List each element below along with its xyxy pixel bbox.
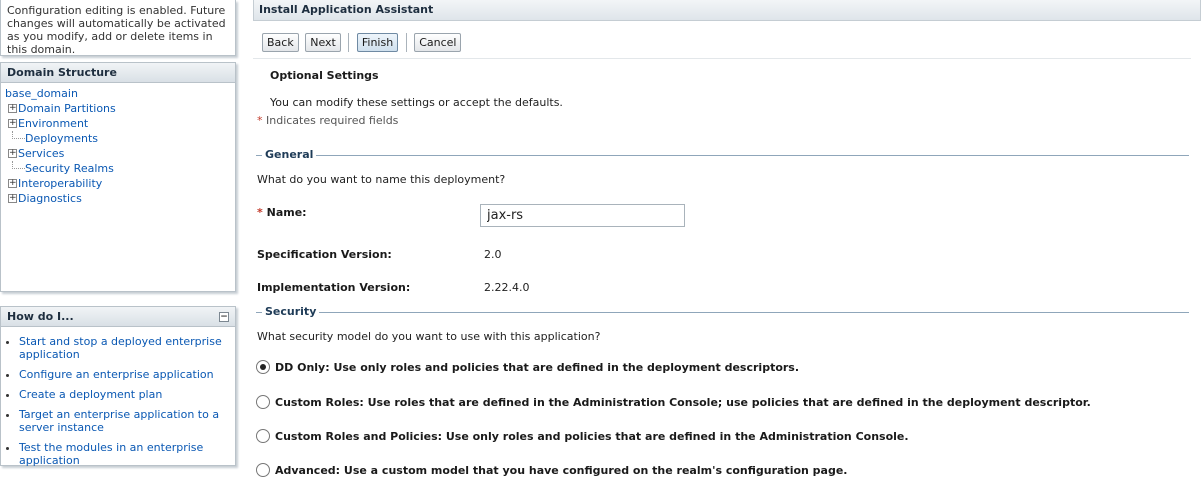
wizard-button-bar: Back Next Finish Cancel: [253, 21, 1191, 59]
name-input[interactable]: [480, 204, 685, 227]
tree-item-environment[interactable]: + Environment: [5, 116, 235, 131]
tree-item-label[interactable]: Domain Partitions: [18, 101, 116, 116]
domain-structure-panel: Domain Structure base_domain + Domain Pa…: [0, 62, 236, 292]
how-do-i-panel: How do I... − Start and stop a deployed …: [0, 306, 236, 467]
how-do-i-link[interactable]: Target an enterprise application to a se…: [19, 408, 231, 434]
next-button[interactable]: Next: [305, 33, 341, 52]
main-content: Install Application Assistant Back Next …: [253, 0, 1201, 478]
security-option-custom-roles[interactable]: Custom Roles: Use roles that are defined…: [256, 395, 1091, 409]
tree-item-label[interactable]: Deployments: [25, 131, 98, 146]
fieldset-line: [256, 312, 1189, 313]
spec-version-label: Specification Version:: [257, 248, 392, 261]
radio-label: DD Only: Use only roles and policies tha…: [275, 360, 800, 374]
required-star: *: [257, 206, 263, 219]
required-note: * Indicates required fields: [257, 114, 398, 127]
impl-version-label: Implementation Version:: [257, 281, 411, 294]
tree-item-label[interactable]: Environment: [18, 116, 88, 131]
impl-version-value: 2.22.4.0: [484, 281, 530, 294]
radio-label: Advanced: Use a custom model that you ha…: [275, 463, 848, 477]
tree-item-label[interactable]: Security Realms: [25, 161, 114, 176]
button-separator: [405, 33, 407, 52]
radio-button[interactable]: [256, 463, 270, 477]
security-legend: Security: [262, 305, 320, 318]
intro-text: You can modify these settings or accept …: [270, 96, 563, 109]
expand-icon[interactable]: +: [8, 179, 17, 188]
security-question: What security model do you want to use w…: [257, 330, 601, 343]
security-option-advanced[interactable]: Advanced: Use a custom model that you ha…: [256, 463, 848, 477]
required-note-text: Indicates required fields: [266, 114, 399, 127]
security-fieldset: Security: [256, 305, 1189, 319]
tree-item-services[interactable]: + Services: [5, 146, 235, 161]
domain-structure-title: Domain Structure: [1, 63, 235, 83]
required-star: *: [257, 114, 263, 127]
tree-root-base-domain[interactable]: base_domain: [5, 86, 235, 101]
button-separator: [348, 33, 350, 52]
how-do-i-link[interactable]: Test the modules in an enterprise applic…: [19, 441, 231, 467]
name-label: * Name:: [257, 206, 307, 219]
tree-item-domain-partitions[interactable]: + Domain Partitions: [5, 101, 235, 116]
fieldset-line: [256, 155, 1189, 156]
how-do-i-link[interactable]: Create a deployment plan: [19, 388, 231, 401]
security-option-dd-only[interactable]: DD Only: Use only roles and policies tha…: [256, 360, 799, 374]
back-button[interactable]: Back: [262, 33, 299, 52]
tree-item-diagnostics[interactable]: + Diagnostics: [5, 191, 235, 206]
tree-item-label[interactable]: Interoperability: [18, 176, 102, 191]
change-center-message: Configuration editing is enabled. Future…: [0, 0, 236, 56]
how-do-i-link[interactable]: Start and stop a deployed enterprise app…: [19, 335, 231, 361]
tree-item-label[interactable]: Diagnostics: [18, 191, 82, 206]
tree-item-interoperability[interactable]: + Interoperability: [5, 176, 235, 191]
general-question: What do you want to name this deployment…: [257, 173, 506, 186]
finish-button[interactable]: Finish: [356, 33, 399, 52]
radio-button[interactable]: [256, 360, 270, 374]
tree-item-security-realms[interactable]: Security Realms: [5, 161, 235, 176]
cancel-button[interactable]: Cancel: [414, 33, 462, 52]
radio-button[interactable]: [256, 429, 270, 443]
expand-icon[interactable]: +: [8, 104, 17, 113]
how-do-i-title: How do I... −: [1, 307, 235, 327]
general-fieldset: General: [256, 148, 1189, 162]
tree-connector: [12, 131, 25, 139]
collapse-icon[interactable]: −: [219, 312, 229, 322]
tree-item-deployments[interactable]: Deployments: [5, 131, 235, 146]
radio-label: Custom Roles: Use roles that are defined…: [275, 395, 1091, 409]
tree-item-label[interactable]: Services: [18, 146, 64, 161]
radio-button[interactable]: [256, 395, 270, 409]
security-option-custom-roles-policies[interactable]: Custom Roles and Policies: Use only role…: [256, 429, 909, 443]
general-legend: General: [262, 148, 317, 161]
expand-icon[interactable]: +: [8, 149, 17, 158]
expand-icon[interactable]: +: [8, 119, 17, 128]
how-do-i-link[interactable]: Configure an enterprise application: [19, 368, 231, 381]
how-do-i-title-text: How do I...: [7, 310, 74, 323]
expand-icon[interactable]: +: [8, 194, 17, 203]
spec-version-value: 2.0: [484, 248, 502, 261]
section-title: Optional Settings: [270, 69, 379, 82]
domain-tree: base_domain + Domain Partitions + Enviro…: [1, 83, 235, 206]
how-do-i-list: Start and stop a deployed enterprise app…: [1, 327, 235, 467]
radio-label: Custom Roles and Policies: Use only role…: [275, 429, 909, 443]
page-title: Install Application Assistant: [253, 0, 1201, 21]
name-label-text: Name:: [266, 206, 307, 219]
tree-connector: [12, 161, 25, 169]
